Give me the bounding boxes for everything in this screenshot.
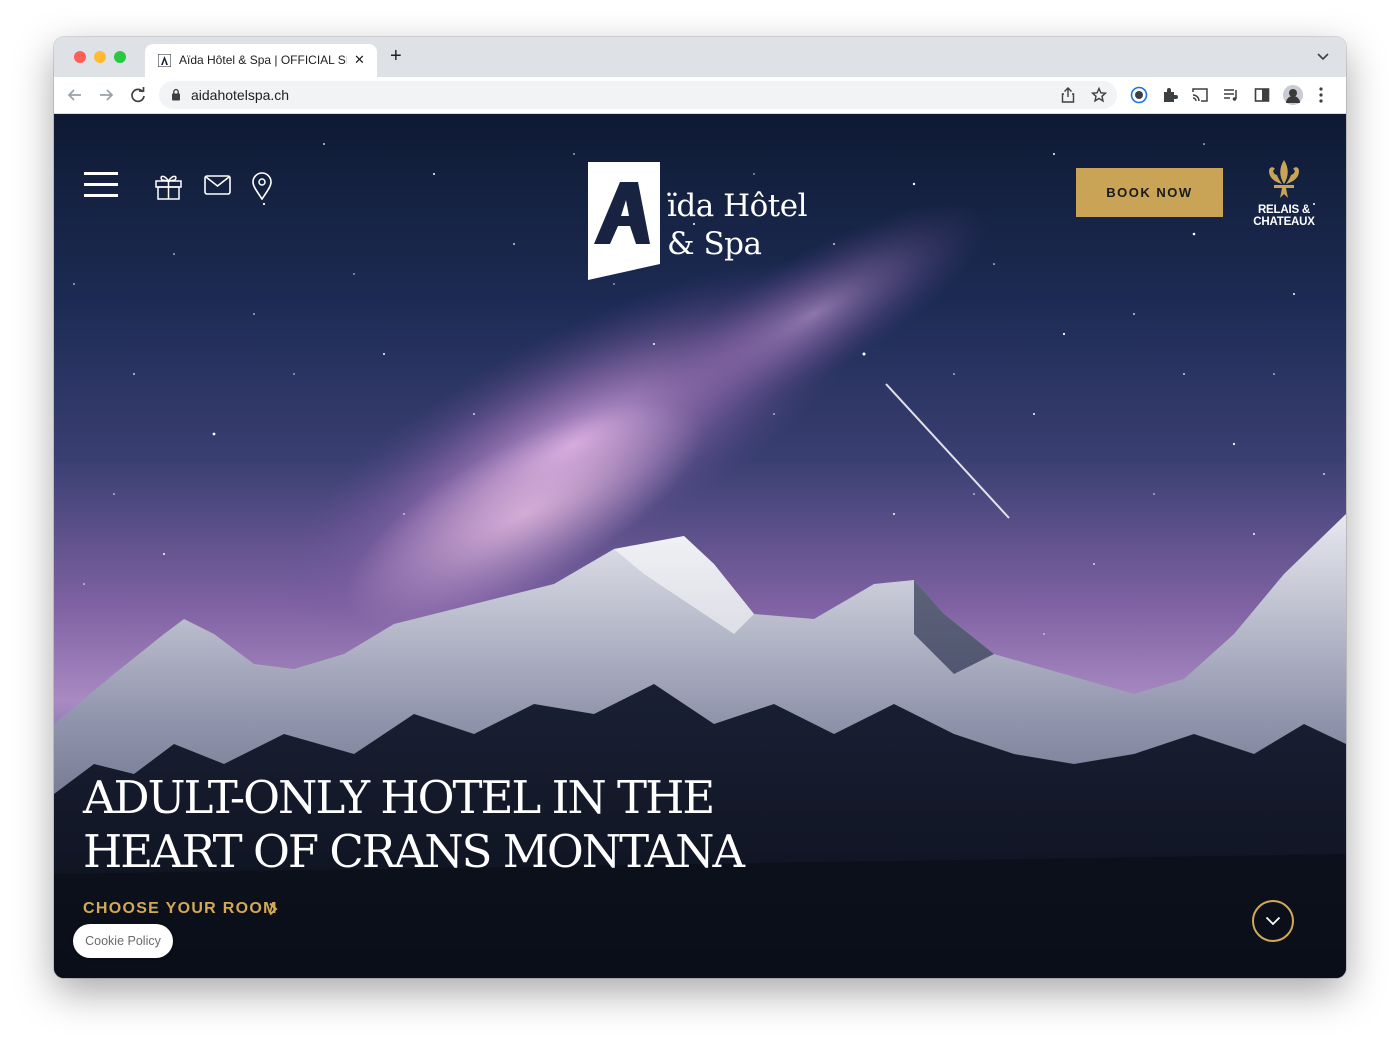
cookie-policy-button[interactable]: Cookie Policy — [73, 924, 173, 958]
tab-close-icon[interactable]: ✕ — [354, 52, 365, 68]
relais-chateaux-logo[interactable]: RELAIS & CHATEAUX — [1244, 158, 1324, 230]
back-arrow-icon[interactable] — [66, 86, 84, 104]
hero-section: ïda Hôtel & Spa BOOK NOW RELAIS & CHATEAU… — [54, 114, 1346, 978]
share-icon[interactable] — [1061, 87, 1075, 103]
location-pin-icon[interactable] — [252, 172, 272, 200]
side-panel-icon[interactable] — [1253, 86, 1271, 104]
choose-your-room-link[interactable]: CHOOSE YOUR ROOM — [83, 900, 278, 918]
profile-avatar-icon[interactable] — [1282, 84, 1304, 106]
browser-tab-active[interactable]: Aïda Hôtel & Spa | OFFICIAL SITE ✕ — [145, 44, 377, 77]
lock-icon — [172, 88, 180, 101]
media-queue-icon[interactable] — [1222, 86, 1240, 104]
logo-text-line1: ïda Hôtel — [667, 188, 808, 224]
site-favicon-icon — [158, 54, 171, 67]
bookmark-star-icon[interactable] — [1091, 87, 1107, 103]
new-tab-button[interactable]: + — [390, 46, 402, 66]
gift-icon[interactable] — [154, 172, 183, 200]
extension-keyhole-icon[interactable] — [1130, 86, 1148, 104]
scroll-down-button[interactable] — [1252, 900, 1294, 942]
relais-chateaux-text: RELAIS & CHATEAUX — [1253, 204, 1315, 228]
browser-toolbar: aidahotelspa.ch — [54, 77, 1346, 114]
logo-mark-icon — [588, 162, 660, 280]
extensions-puzzle-icon[interactable] — [1161, 86, 1179, 104]
maximize-window-button[interactable] — [114, 51, 126, 63]
close-window-button[interactable] — [74, 51, 86, 63]
url-text: aidahotelspa.ch — [191, 87, 290, 103]
address-bar[interactable]: aidahotelspa.ch — [159, 81, 1117, 109]
cast-icon[interactable] — [1191, 86, 1209, 104]
browser-window: Aïda Hôtel & Spa | OFFICIAL SITE ✕ + aid… — [54, 37, 1346, 978]
hero-headline: ADULT-ONLY HOTEL IN THE HEART OF CRANS M… — [83, 771, 745, 878]
chevron-down-icon — [1265, 916, 1281, 926]
tab-search-chevron-icon[interactable] — [1317, 53, 1329, 61]
fleur-de-lis-icon — [1269, 160, 1299, 198]
hamburger-menu-icon[interactable] — [84, 172, 118, 198]
browser-menu-dots-icon[interactable] — [1318, 86, 1324, 104]
tab-title: Aïda Hôtel & Spa | OFFICIAL SITE — [179, 53, 347, 67]
chevron-right-icon[interactable] — [268, 902, 278, 916]
hotel-logo[interactable]: ïda Hôtel & Spa — [588, 162, 828, 284]
logo-text-line2: & Spa — [667, 226, 762, 262]
mail-icon[interactable] — [204, 175, 231, 195]
book-now-button[interactable]: BOOK NOW — [1076, 168, 1223, 217]
minimize-window-button[interactable] — [94, 51, 106, 63]
forward-arrow-icon[interactable] — [97, 86, 115, 104]
tab-strip: Aïda Hôtel & Spa | OFFICIAL SITE ✕ + — [54, 37, 1346, 77]
reload-icon[interactable] — [129, 86, 147, 104]
